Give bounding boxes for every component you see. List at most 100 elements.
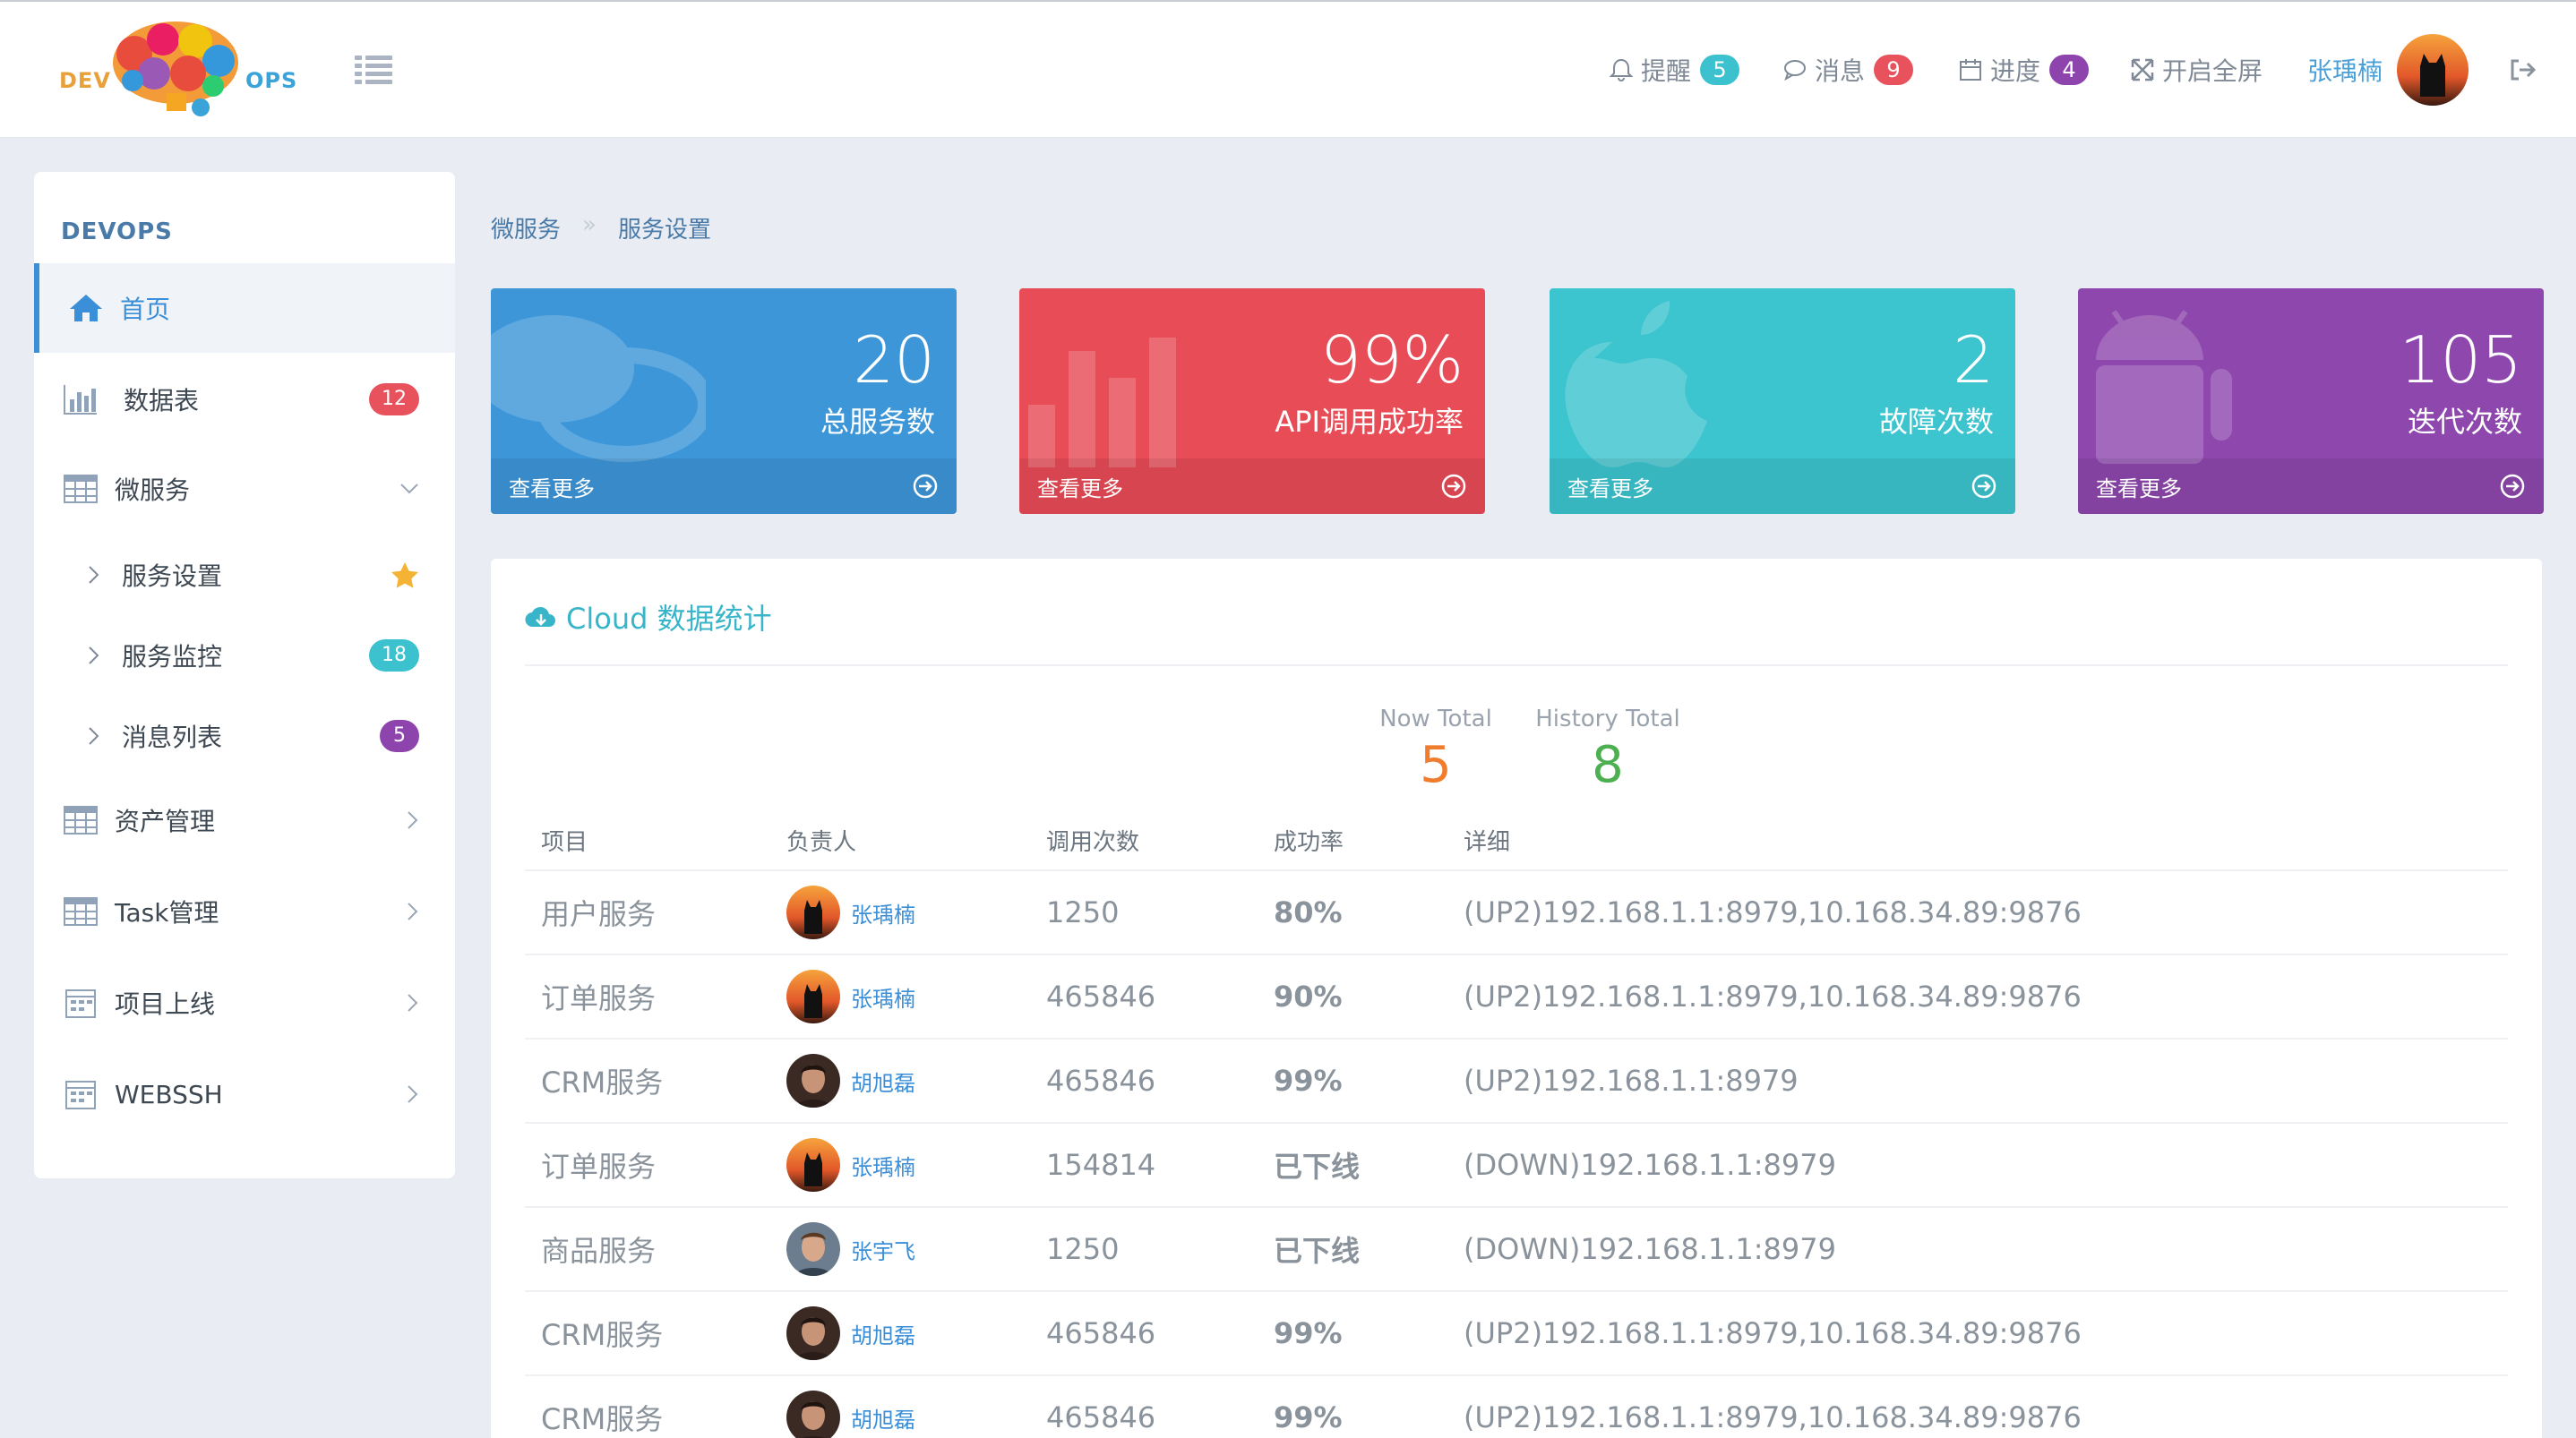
- sidebar-item-datatable[interactable]: 数据表 12: [34, 355, 455, 444]
- project-cell: 商品服务: [525, 1207, 770, 1292]
- breadcrumb-root[interactable]: 微服务: [491, 211, 561, 244]
- sidebar-item-microservice[interactable]: 微服务: [34, 444, 455, 534]
- now-total-value: 5: [1420, 736, 1452, 794]
- nav-fullscreen-label: 开启全屏: [2162, 56, 2263, 86]
- view-more-label: 查看更多: [1567, 475, 1653, 501]
- stat-label: API调用成功率: [1275, 405, 1464, 439]
- owner-avatar: [786, 1138, 840, 1192]
- owner-name-link[interactable]: 胡旭磊: [851, 1318, 915, 1349]
- menu-toggle-button[interactable]: [355, 56, 392, 84]
- owner-name-link[interactable]: 胡旭磊: [851, 1402, 915, 1434]
- project-cell: CRM服务: [525, 1291, 770, 1376]
- message-list-badge: 5: [380, 720, 419, 752]
- rate-cell: 已下线: [1258, 1123, 1447, 1208]
- arrow-circle-right-icon: [913, 474, 938, 499]
- star-icon: [391, 562, 418, 588]
- devops-logo[interactable]: DEV OPS: [59, 18, 296, 120]
- rate-cell: 已下线: [1258, 1207, 1447, 1292]
- panel-title: Cloud 数据统计: [525, 596, 772, 638]
- cat-avatar-icon: [2397, 34, 2469, 106]
- owner-name-link[interactable]: 张瑀楠: [851, 1150, 915, 1181]
- table-row[interactable]: 商品服务 张宇飞 1250 已下线 (DOWN)192.168.1.1:8979: [525, 1207, 2508, 1292]
- chevron-right-icon: [89, 727, 99, 745]
- stat-value: 99%: [1319, 322, 1464, 398]
- owner-name-link[interactable]: 胡旭磊: [851, 1066, 915, 1097]
- sidebar-item-label: 微服务: [115, 475, 191, 505]
- detail-cell: (UP2)192.168.1.1:8979,10.168.34.89:9876: [1447, 1291, 2508, 1376]
- sidebar-item-label: 首页: [120, 295, 171, 324]
- stat-card-total-services[interactable]: 20 总服务数 查看更多: [491, 288, 957, 514]
- view-more-link[interactable]: 查看更多: [2078, 458, 2544, 514]
- stat-value: 20: [853, 322, 935, 398]
- calendar-icon: [65, 989, 96, 1018]
- stat-card-failures[interactable]: 2 故障次数 查看更多: [1550, 288, 2015, 514]
- calls-cell: 1250: [1030, 870, 1258, 955]
- col-calls: 调用次数: [1030, 811, 1258, 871]
- nav-progress[interactable]: 进度 4: [1958, 52, 2090, 88]
- owner-name-link[interactable]: 张瑀楠: [851, 897, 915, 929]
- view-more-link[interactable]: 查看更多: [1550, 458, 2015, 514]
- table-row[interactable]: CRM服务 胡旭磊 465846 99% (UP2)192.168.1.1:8979: [525, 1039, 2508, 1124]
- table-row[interactable]: 用户服务 张瑀楠 1250 80% (UP2)192.168.1.1:8979,10.1…: [525, 870, 2508, 955]
- owner-name-link[interactable]: 张宇飞: [851, 1234, 915, 1265]
- sidebar-item-service-monitor[interactable]: 服务监控 18: [34, 611, 455, 700]
- nav-progress-label: 进度: [1990, 56, 2041, 86]
- detail-cell: (UP2)192.168.1.1:8979,10.168.34.89:9876: [1447, 870, 2508, 955]
- nav-remind[interactable]: 提醒 5: [1609, 52, 1740, 88]
- owner-cell: 张瑀楠: [770, 954, 1030, 1040]
- sidebar-item-webssh[interactable]: WEBSSH: [34, 1049, 455, 1139]
- detail-cell: (DOWN)192.168.1.1:8979: [1447, 1123, 2508, 1208]
- view-more-link[interactable]: 查看更多: [491, 458, 957, 514]
- stat-card-iterations[interactable]: 105 迭代次数 查看更多: [2078, 288, 2544, 514]
- cloud-download-icon: [525, 606, 555, 628]
- totals: Now Total 5 History Total 8: [1369, 706, 1709, 804]
- calls-cell: 154814: [1030, 1123, 1258, 1208]
- owner-avatar: [786, 1391, 840, 1438]
- logo-text-dev: DEV: [59, 68, 111, 93]
- nav-fullscreen[interactable]: 开启全屏: [2130, 52, 2263, 88]
- nav-remind-label: 提醒: [1641, 56, 1692, 86]
- sidebar-item-task[interactable]: Task管理: [34, 867, 455, 956]
- owner-avatar: [786, 970, 840, 1023]
- chevron-right-icon: [408, 1085, 418, 1103]
- sidebar-item-home[interactable]: 首页: [34, 263, 455, 353]
- view-more-link[interactable]: 查看更多: [1019, 458, 1485, 514]
- owner-cell: 胡旭磊: [770, 1375, 1030, 1438]
- expand-icon: [2131, 58, 2154, 81]
- calls-cell: 465846: [1030, 1291, 1258, 1376]
- top-header: DEV OPS 提醒 5 消息 9 进度 4 开启全屏 张瑀楠: [0, 0, 2576, 138]
- owner: 张瑀楠: [786, 970, 1030, 1023]
- table-row[interactable]: CRM服务 胡旭磊 465846 99% (UP2)192.168.1.1:8979,1…: [525, 1291, 2508, 1376]
- android-icon: [2096, 310, 2232, 464]
- user-name[interactable]: 张瑀楠: [2307, 52, 2383, 88]
- grid-icon: [64, 475, 98, 503]
- sidebar-item-deploy[interactable]: 项目上线: [34, 958, 455, 1048]
- rate-cell: 99%: [1258, 1291, 1447, 1376]
- detail-cell: (DOWN)192.168.1.1:8979: [1447, 1207, 2508, 1292]
- owner-cell: 胡旭磊: [770, 1039, 1030, 1124]
- logout-icon[interactable]: [2508, 56, 2537, 84]
- owner-cell: 张瑀楠: [770, 1123, 1030, 1208]
- table-row[interactable]: CRM服务 胡旭磊 465846 99% (UP2)192.168.1.1:8979,1…: [525, 1375, 2508, 1438]
- owner: 张瑀楠: [786, 886, 1030, 939]
- breadcrumb-current: 服务设置: [617, 217, 711, 244]
- owner-cell: 胡旭磊: [770, 1291, 1030, 1376]
- table-row[interactable]: 订单服务 张瑀楠 465846 90% (UP2)192.168.1.1:8979,10…: [525, 954, 2508, 1040]
- calls-cell: 465846: [1030, 954, 1258, 1040]
- rate-cell: 90%: [1258, 954, 1447, 1040]
- chevron-right-icon: [408, 811, 418, 829]
- table-row[interactable]: 订单服务 张瑀楠 154814 已下线 (DOWN)192.168.1.1:8979: [525, 1123, 2508, 1208]
- stat-card-api-success[interactable]: 99% API调用成功率 查看更多: [1019, 288, 1485, 514]
- user-avatar[interactable]: [2397, 34, 2469, 106]
- chevron-right-icon: [408, 903, 418, 920]
- sidebar-item-assets[interactable]: 资产管理: [34, 775, 455, 865]
- nav-message[interactable]: 消息 9: [1782, 52, 1914, 88]
- sidebar-item-label: 服务设置: [122, 561, 223, 591]
- stat-label: 总服务数: [820, 405, 935, 439]
- datatable-badge: 12: [369, 383, 419, 415]
- calls-cell: 1250: [1030, 1207, 1258, 1292]
- chevron-right-icon: [89, 566, 99, 584]
- owner-name-link[interactable]: 张瑀楠: [851, 981, 915, 1013]
- sidebar-item-message-list[interactable]: 消息列表 5: [34, 691, 455, 781]
- sidebar-item-service-settings[interactable]: 服务设置: [34, 530, 455, 620]
